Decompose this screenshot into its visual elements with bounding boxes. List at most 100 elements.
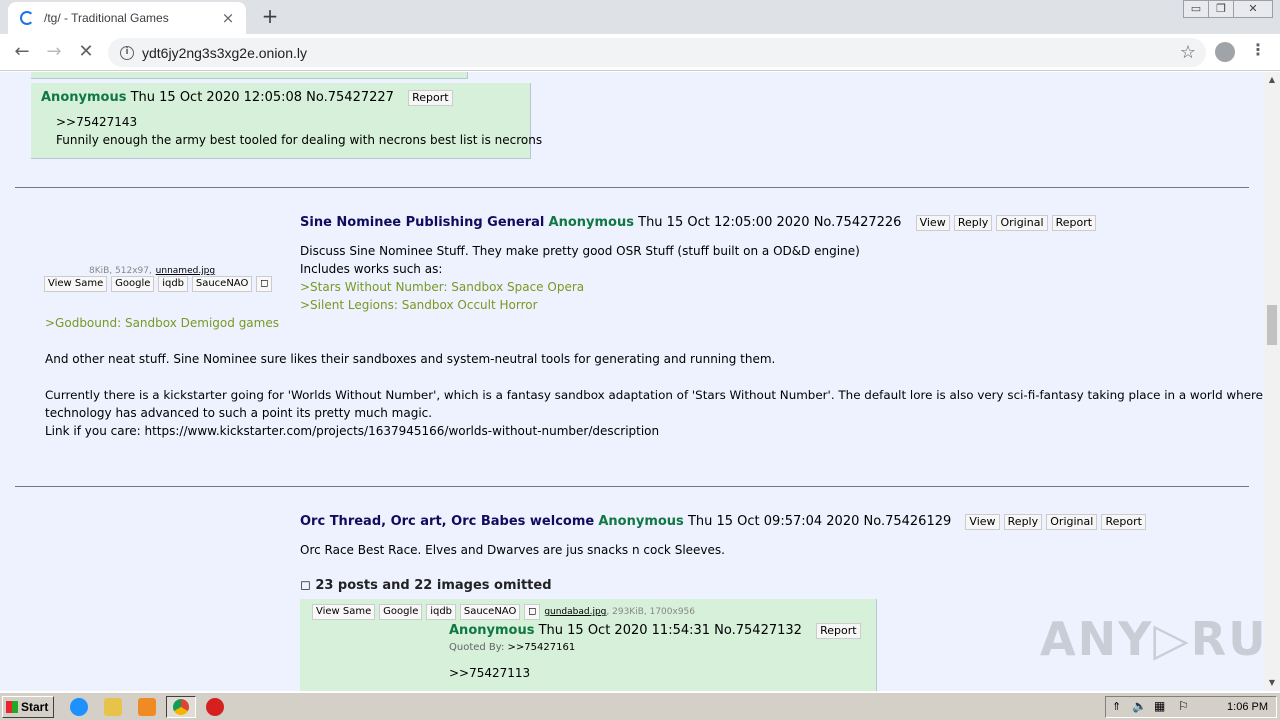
quote-link[interactable]: >>75427143 [56,115,137,129]
poster-name: Anonymous [598,514,684,529]
restore-button[interactable]: ❐ [1208,0,1234,18]
thread-divider [15,486,1249,487]
original-button[interactable]: Original [996,215,1048,231]
profile-avatar-icon[interactable] [1215,42,1235,62]
quote-link[interactable]: >>75427113 [449,666,530,680]
post-date: Thu 15 Oct 2020 12:05:08 [130,90,303,105]
site-info-icon[interactable]: i [120,45,134,60]
back-arrow-icon[interactable]: ← [10,41,34,65]
post-date: Thu 15 Oct 12:05:00 2020 [638,215,810,230]
saucenao-button[interactable]: SauceNAO [191,276,253,292]
windows-taskbar: Start ⇑ 🔈 ▦ ⚐ 1:06 PM [0,692,1280,720]
thread-subject: Sine Nominee Publishing General [300,215,545,230]
scroll-down-icon[interactable]: ▼ [1264,675,1280,691]
google-button[interactable]: Google [111,276,155,292]
system-tray: ⇑ 🔈 ▦ ⚐ 1:06 PM [1105,696,1277,718]
file-info: 8KiB, 512x97, unnamed.jpg [89,266,216,276]
poster-name: Anonymous [449,623,535,638]
thread-subject: Orc Thread, Orc art, Orc Babes welcome [300,514,595,529]
saucenao-button[interactable]: SauceNAO [459,604,521,620]
scroll-up-icon[interactable]: ▲ [1264,72,1280,88]
file-link[interactable]: gundabad.jpg [544,607,606,617]
poster-name: Anonymous [548,215,634,230]
report-button[interactable]: Report [408,90,453,106]
post-body: Orc Race Best Race. Elves and Dwarves ar… [300,543,725,557]
taskbar-clock[interactable]: 1:06 PM [1227,701,1268,713]
image-search-buttons: View Same Google iqdb SauceNAO ◻ [44,275,273,292]
post-date: Thu 15 Oct 2020 11:54:31 [538,623,711,638]
reply-post: View Same Google iqdb SauceNAO ◻ gundaba… [300,599,877,691]
view-button[interactable]: View [965,514,1000,530]
file-explorer-icon[interactable] [104,698,122,716]
tray-expand-icon[interactable]: ⇑ [1112,700,1121,713]
browser-toolbar: ← → ✕ i ydt6jy2ng3s3xg2e.onion.ly ☆ ⋮ [0,34,1280,71]
post-body-line: technology has advanced to such a point … [45,406,433,420]
iqdb-button[interactable]: iqdb [158,276,189,292]
view-same-button[interactable]: View Same [44,276,108,292]
tab-title: /tg/ - Traditional Games [44,11,169,25]
action-center-flag-icon[interactable]: ⚐ [1178,699,1189,713]
new-tab-button[interactable]: + [258,5,282,29]
report-button[interactable]: Report [816,623,861,639]
anyrun-watermark: ANY▷RUN [1040,612,1264,666]
expand-image-icon[interactable]: ◻ [256,276,273,292]
media-player-icon[interactable] [138,698,156,716]
post-header: Anonymous Thu 15 Oct 2020 11:54:31 No.75… [449,623,861,639]
post-body-line: Discuss Sine Nominee Stuff. They make pr… [300,244,860,258]
post-number-link[interactable]: No.75427226 [814,215,902,230]
google-button[interactable]: Google [379,604,423,620]
chrome-icon [173,699,189,715]
volume-icon[interactable]: 🔈 [1132,699,1147,713]
close-window-button[interactable]: ✕ [1233,0,1273,18]
quoted-by-label: Quoted By: [449,642,505,653]
address-bar[interactable]: i ydt6jy2ng3s3xg2e.onion.ly ☆ [108,38,1206,67]
post-date: Thu 15 Oct 09:57:04 2020 [687,514,860,529]
browser-menu-icon[interactable]: ⋮ [1250,40,1266,59]
security-alert-icon[interactable] [206,698,224,716]
backlink[interactable]: >>75427161 [508,642,576,653]
reply-post-partial [31,72,468,79]
url-text[interactable]: ydt6jy2ng3s3xg2e.onion.ly [142,45,1180,61]
page-scrollbar[interactable]: ▲ ▼ [1264,72,1280,691]
post-body-line: Currently there is a kickstarter going f… [45,388,1263,402]
scrollbar-thumb[interactable] [1267,305,1277,345]
greentext-line: >Godbound: Sandbox Demigod games [45,316,279,330]
forward-arrow-icon[interactable]: → [42,41,66,65]
poster-name: Anonymous [41,90,127,105]
report-button[interactable]: Report [1101,514,1146,530]
view-same-button[interactable]: View Same [312,604,376,620]
greentext-line: >Silent Legions: Sandbox Occult Horror [300,298,538,312]
stop-loading-icon[interactable]: ✕ [74,41,98,65]
tab-close-icon[interactable]: × [220,9,236,27]
post-number-link[interactable]: No.75427132 [714,623,802,638]
thread-header: Sine Nominee Publishing General Anonymou… [300,215,1097,231]
thread-divider [15,187,1249,188]
bookmark-star-icon[interactable]: ☆ [1180,42,1196,63]
original-button[interactable]: Original [1046,514,1098,530]
network-icon[interactable]: ▦ [1154,699,1165,713]
kickstarter-link[interactable]: Link if you care: https://www.kickstarte… [45,424,659,438]
internet-explorer-icon[interactable] [70,698,88,716]
browser-tab[interactable]: /tg/ - Traditional Games × [8,2,246,34]
thread-header: Orc Thread, Orc art, Orc Babes welcome A… [300,514,1146,530]
reply-button[interactable]: Reply [1003,514,1043,530]
post-number-link[interactable]: No.75426129 [864,514,952,529]
reply-post: Anonymous Thu 15 Oct 2020 12:05:08 No.75… [31,83,542,159]
tab-strip: /tg/ - Traditional Games × + ▭ ❐ ✕ [0,0,1280,34]
start-button[interactable]: Start [2,696,54,718]
report-button[interactable]: Report [1051,215,1097,231]
expand-image-icon[interactable]: ◻ [524,604,541,620]
chrome-taskbar-button[interactable] [166,696,196,718]
omitted-posts-toggle[interactable]: ◻ 23 posts and 22 images omitted [300,578,552,593]
post-number-link[interactable]: No.75427227 [306,90,394,105]
image-search-buttons: View Same Google iqdb SauceNAO ◻ gundaba… [312,603,695,620]
post-body-line: And other neat stuff. Sine Nominee sure … [45,352,776,366]
reply-button[interactable]: Reply [953,215,993,231]
minimize-button[interactable]: ▭ [1183,0,1209,18]
view-button[interactable]: View [915,215,950,231]
greentext-line: >Stars Without Number: Sandbox Space Ope… [300,280,585,294]
file-info: , 293KiB, 1700x956 [606,607,695,617]
iqdb-button[interactable]: iqdb [426,604,457,620]
windows-logo-icon [6,701,18,713]
page-viewport: Anonymous Thu 15 Oct 2020 12:05:08 No.75… [0,72,1264,691]
